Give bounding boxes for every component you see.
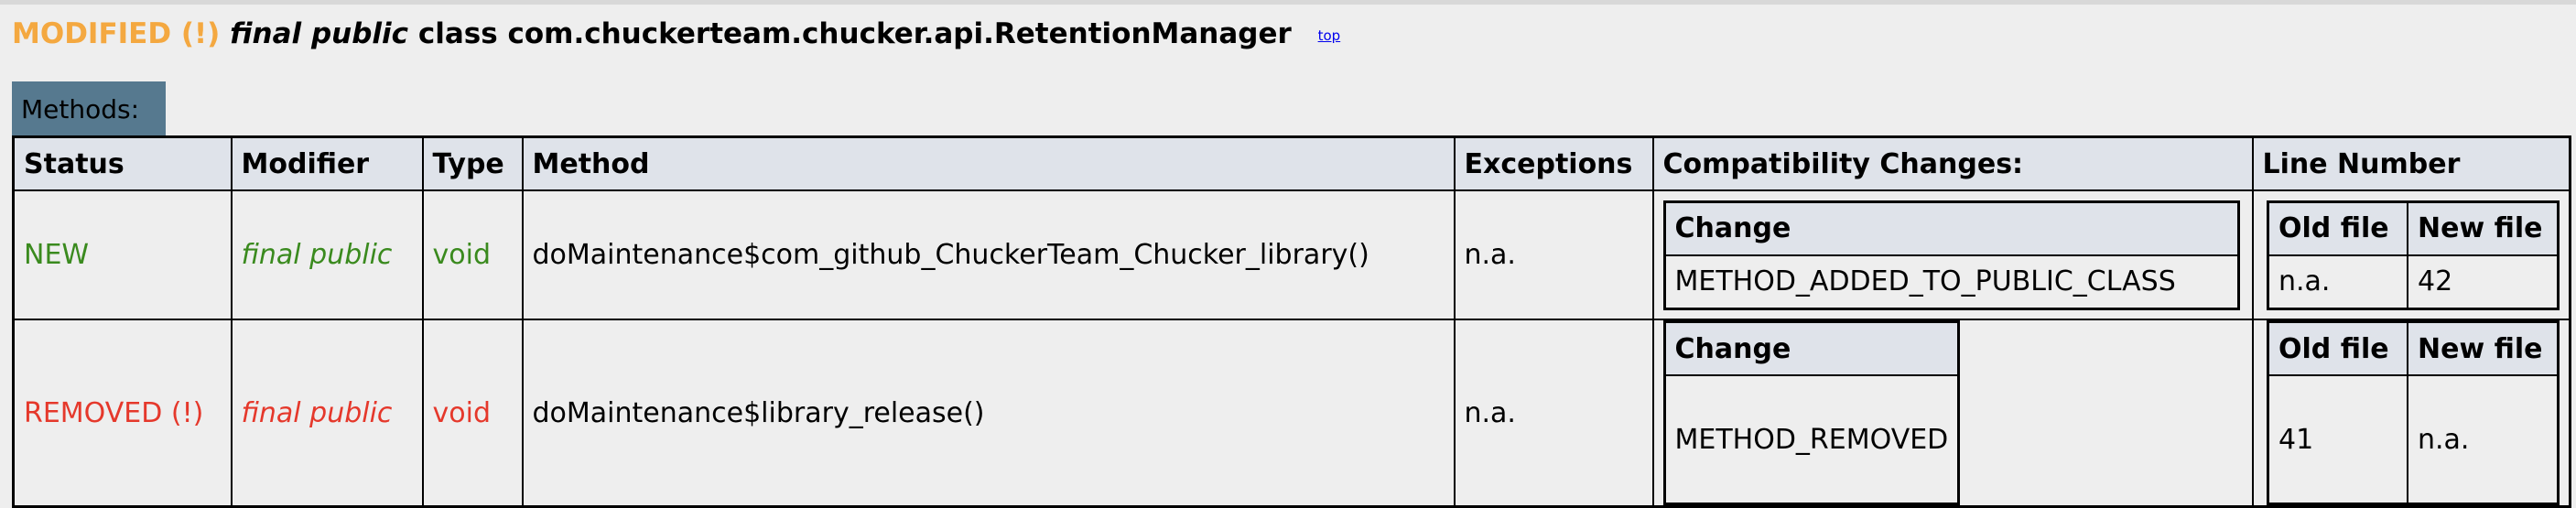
new-file-header: New file [2407,320,2560,376]
class-status: MODIFIED (!) [12,17,221,50]
new-line-value: n.a. [2407,374,2560,505]
compatibility-cell: Change METHOD_ADDED_TO_PUBLIC_CLASS [1651,189,2254,320]
status-cell: NEW [12,189,233,320]
top-link[interactable]: top [1318,27,1341,44]
column-header-exceptions: Exceptions [1453,135,1654,191]
class-title: MODIFIED (!) final public class com.chuc… [12,17,1340,50]
line-number-table: Old file New file 41 n.a. [2267,320,2560,505]
line-number-cell: Old file New file 41 n.a. [2251,319,2571,508]
class-kind: class [417,17,498,50]
line-number-table: Old file New file n.a. 42 [2267,200,2560,310]
column-header-compatibility: Compatibility Changes: [1651,135,2254,191]
old-file-header: Old file [2267,200,2408,256]
column-header-modifier: Modifier [230,135,424,191]
change-header: Change [1663,200,2239,256]
line-number-cell: Old file New file n.a. 42 [2251,189,2571,320]
change-value: METHOD_REMOVED [1663,374,1960,505]
exceptions-cell: n.a. [1453,319,1654,508]
table-row: REMOVED (!) final public void doMaintena… [12,319,2571,508]
change-table: Change METHOD_ADDED_TO_PUBLIC_CLASS [1662,200,2240,310]
old-line-value: n.a. [2267,254,2408,309]
change-header: Change [1663,320,1960,376]
column-header-status: Status [12,135,233,191]
compatibility-cell: Change METHOD_REMOVED [1651,319,2254,508]
column-header-method: Method [521,135,1456,191]
new-file-header: New file [2407,200,2560,256]
method-cell: doMaintenance$library_release() [521,319,1456,508]
exceptions-cell: n.a. [1453,189,1654,320]
change-value: METHOD_ADDED_TO_PUBLIC_CLASS [1663,254,2239,309]
old-line-value: 41 [2267,374,2408,505]
new-line-value: 42 [2407,254,2560,309]
status-cell: REMOVED (!) [12,319,233,508]
class-name: com.chuckerteam.chucker.api.RetentionMan… [507,17,1292,50]
type-cell: void [421,189,524,320]
type-cell: void [421,319,524,508]
modifier-cell: final public [230,319,424,508]
table-header-row: Status Modifier Type Method Exceptions C… [12,135,2571,191]
column-header-type: Type [421,135,524,191]
old-file-header: Old file [2267,320,2408,376]
methods-table: Status Modifier Type Method Exceptions C… [12,135,2571,508]
change-table: Change METHOD_REMOVED [1662,320,1961,505]
column-header-line-number: Line Number [2251,135,2571,191]
table-row: NEW final public void doMaintenance$com_… [12,189,2571,320]
method-cell: doMaintenance$com_github_ChuckerTeam_Chu… [521,189,1456,320]
class-modifiers: final public [230,17,409,50]
methods-section-label: Methods: [12,81,166,136]
modifier-cell: final public [230,189,424,320]
